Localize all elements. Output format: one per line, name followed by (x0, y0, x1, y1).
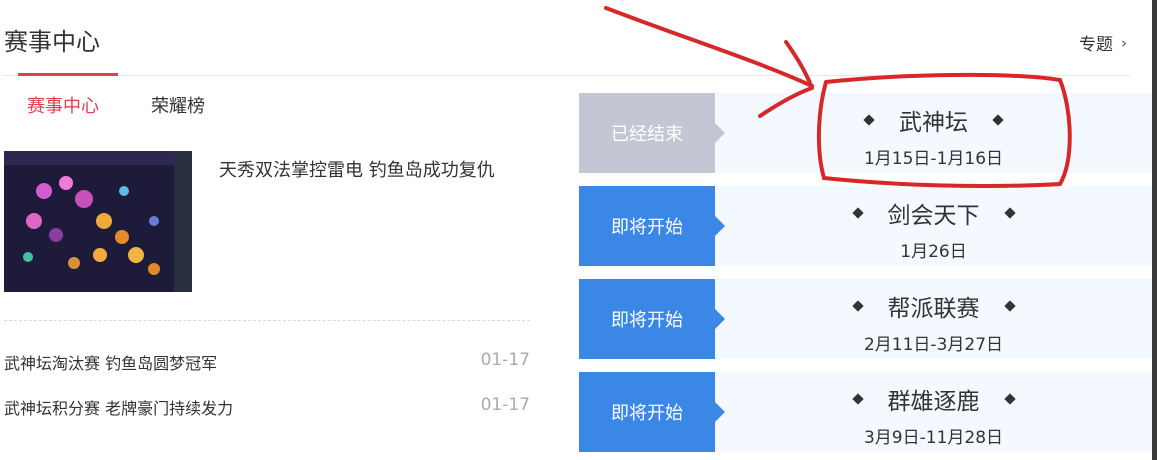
window-edge (1152, 0, 1157, 460)
event-dates: 1月26日 (900, 242, 967, 262)
event-row[interactable]: 即将开始 群雄逐鹿 3月9日-11月28日 (579, 372, 1152, 452)
header-divider (4, 75, 1130, 76)
diamond-icon (851, 300, 864, 312)
news-list: 武神坛淘汰赛 钓鱼岛圆梦冠军 01-17 武神坛积分赛 老牌豪门持续发力 01-… (4, 350, 530, 440)
status-badge: 即将开始 (579, 186, 725, 266)
event-name-row: 帮派联赛 (715, 289, 1152, 323)
feature-headline[interactable]: 天秀双法掌控雷电 钓鱼岛成功复仇 (219, 156, 495, 182)
tab-bar: 赛事中心 荣耀榜 (27, 92, 205, 118)
event-name-row: 群雄逐鹿 (715, 382, 1152, 416)
topic-link-label: 专题 (1079, 35, 1113, 55)
dashed-divider (4, 320, 530, 321)
event-schedule: 已经结束 武神坛 1月15日-1月16日 即将开始 剑会天下 1月26日 即将开… (579, 93, 1152, 452)
news-title: 武神坛淘汰赛 钓鱼岛圆梦冠军 (4, 354, 218, 373)
status-badge: 即将开始 (579, 372, 725, 452)
diamond-icon (863, 114, 875, 126)
diamond-icon (992, 114, 1004, 126)
chevron-right-icon: › (1121, 33, 1127, 52)
tab-honor-list[interactable]: 荣耀榜 (151, 92, 205, 118)
event-name: 武神坛 (899, 110, 968, 136)
diamond-icon (1003, 207, 1016, 219)
feature-thumbnail[interactable] (4, 151, 192, 292)
status-badge: 即将开始 (579, 279, 725, 359)
news-date: 01-17 (480, 350, 530, 370)
status-badge: 已经结束 (579, 93, 725, 173)
event-row[interactable]: 已经结束 武神坛 1月15日-1月16日 (579, 93, 1152, 173)
diamond-icon (851, 207, 864, 219)
event-row[interactable]: 即将开始 剑会天下 1月26日 (579, 186, 1152, 266)
list-item[interactable]: 武神坛积分赛 老牌豪门持续发力 01-17 (4, 395, 530, 440)
event-row[interactable]: 即将开始 帮派联赛 2月11日-3月27日 (579, 279, 1152, 359)
event-name: 帮派联赛 (887, 296, 980, 322)
topic-link[interactable]: 专题 › (1079, 30, 1127, 56)
diamond-icon (1003, 393, 1016, 405)
list-item[interactable]: 武神坛淘汰赛 钓鱼岛圆梦冠军 01-17 (4, 350, 530, 395)
header-accent-bar (18, 73, 118, 76)
tab-event-center[interactable]: 赛事中心 (27, 92, 99, 118)
news-title: 武神坛积分赛 老牌豪门持续发力 (4, 399, 234, 418)
diamond-icon (851, 393, 864, 405)
game-scene-image (4, 151, 192, 292)
page-title: 赛事中心 (4, 28, 100, 56)
news-date: 01-17 (480, 395, 530, 415)
event-name: 剑会天下 (887, 203, 980, 229)
event-dates: 1月15日-1月16日 (863, 149, 1004, 169)
event-name-row: 武神坛 (715, 103, 1152, 137)
event-name-row: 剑会天下 (715, 196, 1152, 230)
diamond-icon (1003, 300, 1016, 312)
event-dates: 2月11日-3月27日 (863, 335, 1004, 355)
event-name: 群雄逐鹿 (887, 389, 980, 415)
event-dates: 3月9日-11月28日 (863, 428, 1004, 448)
